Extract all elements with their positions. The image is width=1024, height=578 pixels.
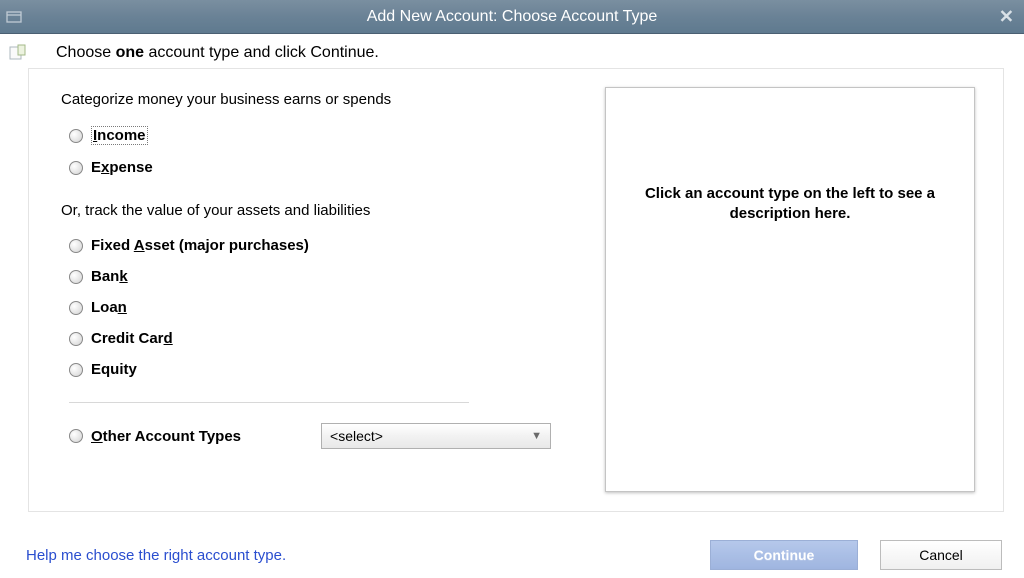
radio-label: Credit Card bbox=[91, 330, 173, 347]
radio-button-icon[interactable] bbox=[69, 429, 83, 443]
description-placeholder-text: Click an account type on the left to see… bbox=[635, 184, 945, 225]
radio-button-icon[interactable] bbox=[69, 270, 83, 284]
footer: Help me choose the right account type. C… bbox=[0, 532, 1024, 578]
radio-bank[interactable]: Bank bbox=[69, 268, 606, 285]
radio-fixed-asset[interactable]: Fixed Asset (major purchases) bbox=[69, 237, 606, 254]
radio-expense[interactable]: Expense bbox=[69, 159, 606, 176]
other-type-select[interactable]: <select> ▼ bbox=[321, 423, 551, 449]
radio-income[interactable]: Income bbox=[69, 126, 606, 145]
description-box: Click an account type on the left to see… bbox=[605, 87, 975, 492]
prompt-post: account type and click Continue. bbox=[144, 44, 379, 61]
radio-button-icon[interactable] bbox=[69, 129, 83, 143]
close-icon[interactable]: ✕ bbox=[999, 6, 1014, 27]
cancel-button[interactable]: Cancel bbox=[880, 540, 1002, 570]
prompt-bold: one bbox=[116, 44, 144, 61]
radio-label: Other Account Types bbox=[91, 428, 241, 445]
chevron-down-icon: ▼ bbox=[531, 430, 542, 442]
prompt-text: Choose one account type and click Contin… bbox=[56, 44, 379, 62]
radio-label: Equity bbox=[91, 361, 137, 378]
radio-button-icon[interactable] bbox=[69, 301, 83, 315]
footer-buttons: Continue Cancel bbox=[710, 540, 1002, 570]
radio-label: Expense bbox=[91, 159, 153, 176]
radio-button-icon[interactable] bbox=[69, 239, 83, 253]
radio-other[interactable]: Other Account Types <select> ▼ bbox=[69, 423, 606, 449]
radio-loan[interactable]: Loan bbox=[69, 299, 606, 316]
account-icon bbox=[8, 44, 26, 62]
radio-button-icon[interactable] bbox=[69, 332, 83, 346]
radio-label: Bank bbox=[91, 268, 128, 285]
header-row: Choose one account type and click Contin… bbox=[0, 34, 1024, 68]
divider bbox=[69, 402, 469, 403]
radio-button-icon[interactable] bbox=[69, 161, 83, 175]
radio-label: Income bbox=[91, 126, 148, 145]
section-track-label: Or, track the value of your assets and l… bbox=[61, 202, 606, 219]
radio-equity[interactable]: Equity bbox=[69, 361, 606, 378]
help-link[interactable]: Help me choose the right account type. bbox=[26, 547, 286, 564]
radio-label: Loan bbox=[91, 299, 127, 316]
prompt-pre: Choose bbox=[56, 44, 116, 61]
content-panel: Categorize money your business earns or … bbox=[28, 68, 1004, 512]
radio-button-icon[interactable] bbox=[69, 363, 83, 377]
options-column: Categorize money your business earns or … bbox=[61, 91, 606, 493]
description-panel: Click an account type on the left to see… bbox=[605, 87, 975, 492]
window-icon bbox=[6, 9, 22, 25]
continue-button[interactable]: Continue bbox=[710, 540, 858, 570]
section-categorize-label: Categorize money your business earns or … bbox=[61, 91, 606, 108]
radio-label: Fixed Asset (major purchases) bbox=[91, 237, 309, 254]
titlebar: Add New Account: Choose Account Type ✕ bbox=[0, 0, 1024, 34]
select-value: <select> bbox=[330, 428, 383, 444]
radio-credit-card[interactable]: Credit Card bbox=[69, 330, 606, 347]
window-title: Add New Account: Choose Account Type bbox=[367, 8, 658, 26]
